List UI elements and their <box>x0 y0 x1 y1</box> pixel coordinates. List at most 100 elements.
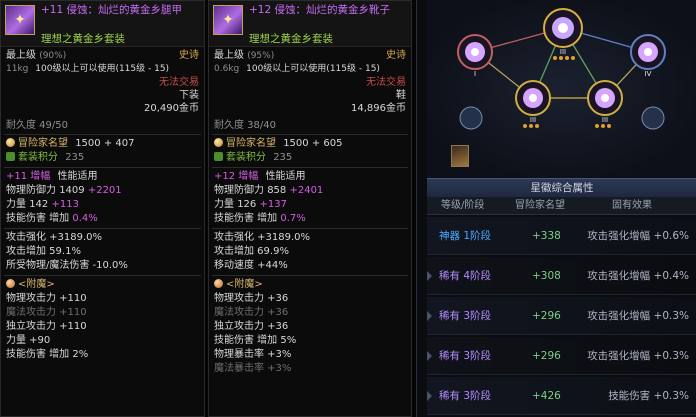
rep-value: 1500 + 407 <box>75 138 135 149</box>
str-value: 126 <box>237 199 257 210</box>
col-grade: 等级/阶段 <box>441 200 485 211</box>
table-row[interactable]: 稀有 3阶段 +296 攻击强化增幅 +0.3% <box>427 337 696 375</box>
trade-row: 无法交易 <box>6 77 199 89</box>
enchant-line: 魔法攻击力 +36 <box>214 307 289 318</box>
rarity-label: 史诗 <box>386 50 406 61</box>
enchant-line: 魔法攻击力 +110 <box>6 307 87 318</box>
str-row: 力量 126 +137 <box>214 199 406 211</box>
rep-row: 冒险家名望 1500 + 605 <box>214 138 406 150</box>
price-row: 20,490金币 <box>6 103 199 115</box>
table-row[interactable]: 稀有 3阶段 +296 攻击强化增幅 +0.3% <box>427 297 696 335</box>
amp-type: 性能适用 <box>265 171 306 182</box>
use-level: 100级以上可以使用(115级 - 15) <box>35 64 170 74</box>
row-grade: 稀有 3阶段 <box>439 350 492 362</box>
row-effect: 攻击强化增幅 +0.4% <box>587 270 689 282</box>
rep-icon <box>214 138 223 147</box>
pdef-value: 858 <box>267 185 287 196</box>
col-rep: 冒险家名望 <box>515 200 565 211</box>
grade-percent: (95%) <box>247 51 275 61</box>
skill-label: 技能伤害 增加 <box>6 213 70 224</box>
str-bonus: +137 <box>259 199 287 210</box>
pdef-label: 物理防御力 <box>214 185 264 196</box>
row-grade: 神器 1阶段 <box>439 230 492 242</box>
emblem-node-right[interactable] <box>630 34 666 70</box>
swap-icon[interactable] <box>459 106 665 130</box>
node-label: I <box>474 70 476 78</box>
row-grade: 稀有 4阶段 <box>439 270 492 282</box>
pdef-row: 物理防御力 858 +2401 <box>214 185 406 197</box>
rep-label: 冒险家名望 <box>18 138 68 149</box>
grade-row: 最上级 (90%) 史诗 <box>6 50 199 62</box>
set-points-row: 套装积分 235 <box>6 152 199 164</box>
item-set-name: 理想之黄金乡套装 <box>249 33 333 45</box>
item-set-name: 理想之黄金乡套装 <box>41 33 125 45</box>
stat-line: 攻击强化 +3189.0% <box>6 232 103 243</box>
trade-status: 无法交易 <box>366 77 406 88</box>
item-name: +11 侵蚀：灿烂的黄金乡腿甲 <box>41 4 182 16</box>
set-points-icon <box>214 152 223 161</box>
str-value: 142 <box>29 199 49 210</box>
pdef-bonus: +2201 <box>87 185 122 196</box>
enchant-line: 独立攻击力 +36 <box>214 321 289 332</box>
enchant-title: <附魔> <box>18 279 55 290</box>
weight: 11kg <box>6 64 29 74</box>
use-level: 100级以上可以使用(115级 - 15) <box>246 64 380 74</box>
table-row[interactable]: 神器 1阶段 +338 攻击强化增幅 +0.6% <box>427 217 696 255</box>
stat-line: 攻击强化 +3189.0% <box>214 232 311 243</box>
emblem-node-bottom-right[interactable] <box>587 80 623 116</box>
skill-row: 技能伤害 增加 0.7% <box>214 213 406 225</box>
set-points-value: 235 <box>273 152 293 163</box>
row-grade: 稀有 3阶段 <box>439 310 492 322</box>
item-tooltip-leggings: ✦ +11 侵蚀：灿烂的黄金乡腿甲 理想之黄金乡套装 最上级 (90%) 史诗 … <box>0 0 205 417</box>
emblem-card-icon[interactable] <box>451 145 469 167</box>
str-bonus: +113 <box>51 199 79 210</box>
table-header: 等级/阶段 冒险家名望 固有效果 <box>427 197 696 215</box>
amp-level: +12 增幅 <box>214 171 259 182</box>
row-rep: +296 <box>532 350 561 362</box>
pdef-bonus: +2401 <box>289 185 324 196</box>
skill-row: 技能伤害 增加 0.4% <box>6 213 199 225</box>
row-marker-icon <box>427 351 432 361</box>
row-marker-icon <box>427 391 432 401</box>
str-row: 力量 142 +113 <box>6 199 199 211</box>
enchant-orb-icon <box>214 279 223 288</box>
enchant-line: 独立攻击力 +110 <box>6 321 87 332</box>
rep-label: 冒险家名望 <box>226 138 276 149</box>
trade-row: 无法交易 <box>214 77 406 89</box>
amp-row: +12 增幅 性能适用 <box>214 171 406 183</box>
row-rep: +308 <box>532 270 561 282</box>
enchant-line: 物理攻击力 +36 <box>214 293 289 304</box>
emblem-panel: III I IV III III 星徽综合属性 等级/阶段 冒险家名望 固有效果… <box>416 0 696 417</box>
node-label: III <box>530 116 536 124</box>
pdef-value: 1409 <box>59 185 85 196</box>
node-label: III <box>560 48 566 56</box>
weight: 0.6kg <box>214 64 240 74</box>
amp-row: +11 增幅 性能适用 <box>6 171 199 183</box>
enchant-line: 魔法暴击率 +3% <box>214 363 292 374</box>
durability: 耐久度 49/50 <box>6 120 68 131</box>
table-row[interactable]: 稀有 4阶段 +308 攻击强化增幅 +0.4% <box>427 257 696 295</box>
enchant-line: 技能伤害 增加 5% <box>214 335 297 346</box>
item-tooltip-boots: ✦ +12 侵蚀：灿烂的黄金乡靴子 理想之黄金乡套装 最上级 (95%) 史诗 … <box>208 0 412 417</box>
pdef-row: 物理防御力 1409 +2201 <box>6 185 199 197</box>
row-marker-icon <box>427 271 432 281</box>
enchant-orb-icon <box>6 279 15 288</box>
stat-line: 所受物理/魔法伤害 -10.0% <box>6 260 128 271</box>
stat-line: 攻击增加 59.1% <box>6 246 81 257</box>
set-points-value: 235 <box>65 152 85 163</box>
enchant-title: <附魔> <box>226 279 263 290</box>
set-points-label: 套装积分 <box>18 152 58 163</box>
use-level-row: 0.6kg 100级以上可以使用(115级 - 15) <box>214 63 406 75</box>
node-label: IV <box>645 70 652 78</box>
panel-title: 星徽综合属性 <box>427 178 696 197</box>
table-row[interactable]: 稀有 3阶段 +426 技能伤害 +0.3% <box>427 377 696 415</box>
str-label: 力量 <box>6 199 26 210</box>
row-rep: +426 <box>532 390 561 402</box>
grade-label: 最上级 <box>214 50 244 61</box>
rep-row: 冒险家名望 1500 + 407 <box>6 138 199 150</box>
enchant-title-row: <附魔> <box>214 279 406 291</box>
enchant-line: 力量 +90 <box>6 335 51 346</box>
emblem-node-left[interactable] <box>457 34 493 70</box>
emblem-node-top[interactable] <box>543 8 583 48</box>
emblem-node-bottom-left[interactable] <box>515 80 551 116</box>
